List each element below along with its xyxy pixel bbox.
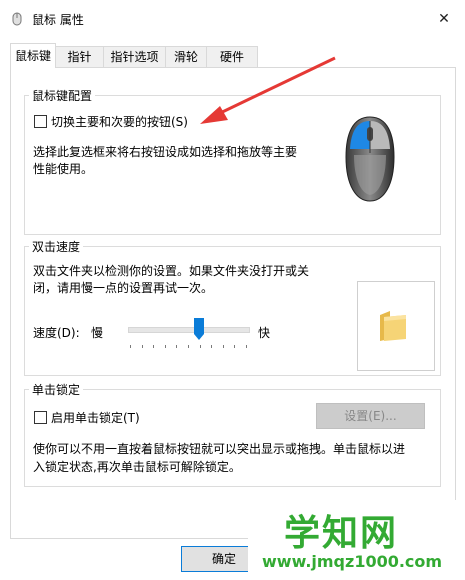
tab-pointer-options[interactable]: 指针选项	[103, 46, 166, 67]
tab-buttons[interactable]: 鼠标键	[10, 43, 56, 68]
slider-tick	[153, 345, 154, 348]
click-lock-description-1: 使你可以不用一直按着鼠标按钮就可以突出显示或拖拽。单击鼠标以进	[33, 442, 406, 456]
close-button[interactable]: ✕	[430, 6, 458, 32]
slider-tick	[130, 345, 131, 348]
click-lock-settings-button[interactable]: 设置(E)...	[316, 403, 425, 429]
slider-tick	[223, 345, 224, 348]
watermark: 学知网 www.jmqz1000.com	[248, 500, 465, 580]
slider-track	[128, 327, 250, 333]
button-config-description-2: 性能使用。	[33, 162, 94, 176]
slider-tick	[142, 345, 143, 348]
click-lock-description-2: 入锁定状态,再次单击鼠标可解除锁定。	[33, 460, 241, 474]
switch-buttons-checkbox[interactable]	[34, 115, 47, 128]
double-click-description-2: 闭，请用慢一点的设置再试一次。	[33, 281, 214, 295]
double-click-description-1: 双击文件夹以检测你的设置。如果文件夹没打开或关	[33, 264, 310, 278]
watermark-url: www.jmqz1000.com	[262, 552, 443, 571]
window-title: 鼠标 属性	[32, 13, 84, 27]
mouse-app-icon	[10, 12, 24, 26]
slow-label: 慢	[91, 326, 104, 340]
double-click-legend: 双击速度	[29, 238, 84, 255]
speed-label: 速度(D):	[33, 326, 80, 340]
button-config-legend: 鼠标键配置	[29, 87, 96, 104]
slider-tick	[200, 345, 201, 348]
tab-pointers[interactable]: 指针	[55, 46, 104, 67]
slider-tick	[165, 345, 166, 348]
click-lock-label[interactable]: 启用单击锁定(T)	[51, 409, 140, 426]
speed-slider[interactable]	[128, 318, 250, 352]
slider-thumb[interactable]	[194, 318, 204, 340]
test-folder-area[interactable]	[357, 281, 435, 371]
slider-tick	[246, 345, 247, 348]
mouse-illustration-icon	[340, 113, 400, 205]
title-bar: 鼠标 属性 ✕	[0, 0, 465, 38]
button-config-description-1: 选择此复选框来将右按钮设成如选择和拖放等主要	[33, 145, 298, 159]
click-lock-checkbox[interactable]	[34, 411, 47, 424]
slider-tick	[188, 345, 189, 348]
fast-label: 快	[258, 326, 271, 340]
watermark-main-text: 学知网	[284, 513, 399, 554]
folder-icon[interactable]	[378, 309, 408, 343]
slider-tick	[211, 345, 212, 348]
click-lock-legend: 单击锁定	[29, 381, 84, 398]
slider-tick	[234, 345, 235, 348]
switch-buttons-label[interactable]: 切换主要和次要的按钮(S)	[51, 113, 188, 130]
slider-tick	[176, 345, 177, 348]
annotation-arrow-icon	[190, 54, 340, 128]
